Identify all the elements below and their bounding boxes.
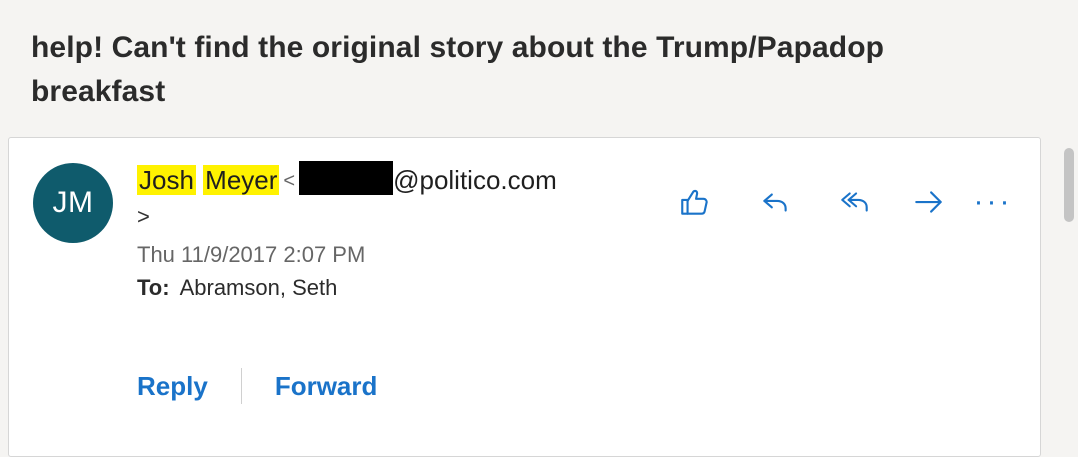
reply-button[interactable]: Reply [137,371,208,402]
avatar[interactable]: JM [33,163,113,243]
email-close-bracket: > [137,204,150,229]
forward-button[interactable]: Forward [275,371,378,402]
thumbs-up-icon [681,189,708,215]
sender-last-name: Meyer [203,165,280,195]
recipient-line: To: Abramson, Seth [137,275,337,301]
email-subject: help! Can't find the original story abou… [31,31,885,108]
redacted-email-block [299,161,394,195]
reply-forward-bar: Reply Forward [137,366,377,406]
message-card: JM Josh Meyer < @politico.com > Thu 11/9/2… [8,137,1041,457]
forward-icon-button[interactable] [909,182,949,222]
sender-email-domain: @politico.com [393,165,557,195]
sender-first-name: Josh [137,165,196,195]
more-actions-button[interactable]: ··· [973,182,1013,222]
recipient-name[interactable]: Abramson, Seth [180,275,338,300]
scrollbar-thumb[interactable] [1064,148,1074,222]
reply-all-button[interactable] [835,182,875,222]
more-icon: ··· [973,185,1013,218]
forward-arrow-icon [915,191,942,213]
reply-icon-button[interactable] [755,182,795,222]
reply-all-icon [841,192,868,212]
like-button[interactable] [675,182,715,222]
reply-icon [763,193,787,212]
sender-line[interactable]: Josh Meyer < @politico.com [137,161,557,199]
message-date: Thu 11/9/2017 2:07 PM [137,242,366,267]
to-label: To: [137,275,170,300]
email-open-bracket: < [283,170,296,192]
message-actions: ··· [673,182,1013,222]
divider [240,368,242,404]
